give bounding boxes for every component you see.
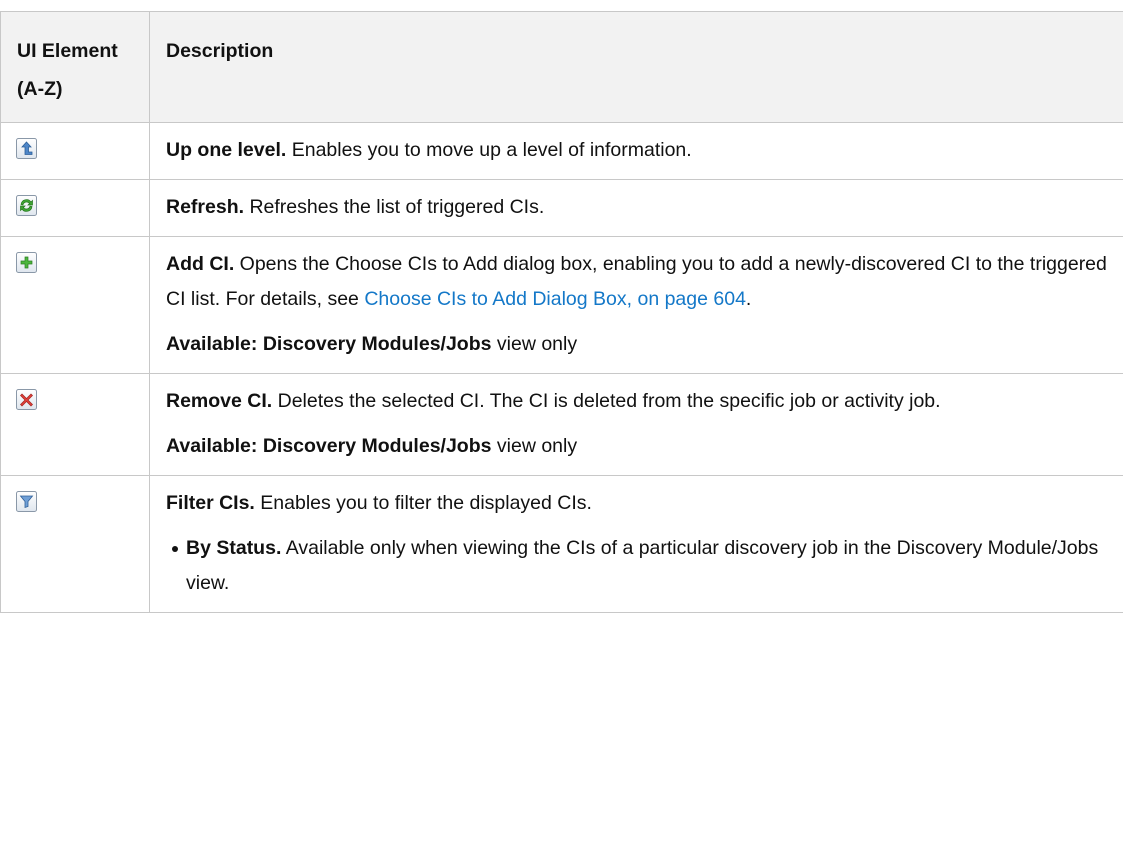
up-one-level-icon[interactable]: [16, 138, 37, 159]
row-lead: Add CI.: [166, 253, 235, 275]
choose-cis-link[interactable]: Choose CIs to Add Dialog Box, on page 60…: [364, 288, 746, 310]
row-text: Enables you to filter the displayed CIs.: [254, 492, 592, 514]
description-text: Filter CIs. Enables you to filter the di…: [166, 486, 1117, 521]
description-cell: Remove CI. Deletes the selected CI. The …: [149, 373, 1123, 476]
description-cell: Add CI. Opens the Choose CIs to Add dial…: [149, 236, 1123, 374]
availability-rest: view only: [491, 435, 578, 457]
icon-cell: [0, 122, 150, 180]
availability-note: Available: Discovery Modules/Jobs view o…: [166, 327, 1117, 362]
availability-rest: view only: [491, 333, 578, 355]
table-header-row: UI Element (A-Z) Description: [0, 11, 1123, 123]
row-lead: Up one level.: [166, 139, 287, 161]
remove-icon[interactable]: [16, 389, 37, 410]
description-text: Refresh. Refreshes the list of triggered…: [166, 190, 1117, 225]
row-text: Enables you to move up a level of inform…: [286, 139, 692, 161]
row-text: Deletes the selected CI. The CI is delet…: [272, 390, 941, 412]
table-row: Filter CIs. Enables you to filter the di…: [0, 475, 1123, 613]
bullet-text: Available only when viewing the CIs of a…: [186, 537, 1099, 594]
icon-cell: [0, 236, 150, 374]
icon-cell: [0, 475, 150, 613]
ui-elements-table: UI Element (A-Z) Description Up one leve…: [0, 11, 1123, 613]
availability-note: Available: Discovery Modules/Jobs view o…: [166, 429, 1117, 464]
icon-cell: [0, 179, 150, 237]
add-icon[interactable]: [16, 252, 37, 273]
row-lead: Filter CIs.: [166, 492, 255, 514]
row-text-after: .: [745, 288, 752, 310]
availability-bold: Available: Discovery Modules/Jobs: [166, 435, 492, 457]
description-cell: Up one level. Enables you to move up a l…: [149, 122, 1123, 180]
refresh-icon[interactable]: [16, 195, 37, 216]
list-item: By Status. Available only when viewing t…: [172, 531, 1117, 601]
header-ui-element: UI Element (A-Z): [0, 11, 150, 123]
row-text: Refreshes the list of triggered CIs.: [244, 196, 545, 218]
table-row: Add CI. Opens the Choose CIs to Add dial…: [0, 236, 1123, 374]
row-lead: Remove CI.: [166, 390, 273, 412]
description-text: Add CI. Opens the Choose CIs to Add dial…: [166, 247, 1117, 317]
description-cell: Refresh. Refreshes the list of triggered…: [149, 179, 1123, 237]
icon-cell: [0, 373, 150, 476]
bullet-lead: By Status.: [186, 537, 282, 559]
availability-bold: Available: Discovery Modules/Jobs: [166, 333, 492, 355]
table-row: Refresh. Refreshes the list of triggered…: [0, 179, 1123, 237]
description-text: Up one level. Enables you to move up a l…: [166, 133, 1117, 168]
filter-options-list: By Status. Available only when viewing t…: [166, 531, 1117, 601]
row-lead: Refresh.: [166, 196, 245, 218]
table-row: Up one level. Enables you to move up a l…: [0, 122, 1123, 180]
table-row: Remove CI. Deletes the selected CI. The …: [0, 373, 1123, 476]
description-cell: Filter CIs. Enables you to filter the di…: [149, 475, 1123, 613]
filter-icon[interactable]: [16, 491, 37, 512]
header-description: Description: [149, 11, 1123, 123]
description-text: Remove CI. Deletes the selected CI. The …: [166, 384, 1117, 419]
